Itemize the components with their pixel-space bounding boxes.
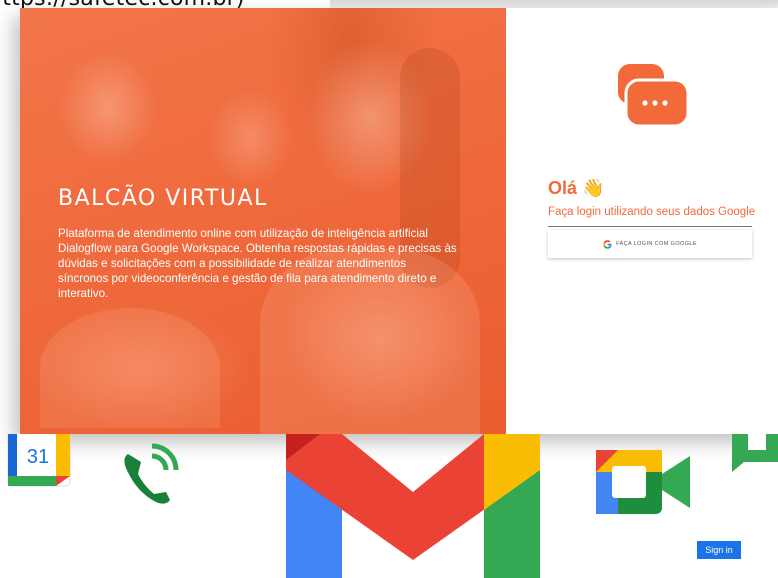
top-bar — [330, 0, 778, 8]
chat-bubble-logo-icon — [618, 64, 690, 128]
google-apps-banner: 31 — [7, 434, 778, 578]
calendar-day: 31 — [27, 446, 49, 468]
voice-icon — [124, 443, 179, 504]
google-g-icon — [603, 239, 612, 249]
sign-in-button[interactable]: Sign in — [697, 541, 741, 559]
greeting: Olá 👋 — [548, 178, 605, 198]
hero-panel: BALCÃO VIRTUAL Plataforma de atendimento… — [20, 8, 506, 434]
chat-icon — [732, 434, 778, 472]
gmail-icon — [286, 434, 540, 578]
meet-icon — [596, 450, 690, 514]
calendar-icon: 31 — [7, 434, 71, 487]
login-card: BALCÃO VIRTUAL Plataforma de atendimento… — [20, 8, 778, 434]
google-login-button[interactable]: FAÇA LOGIN COM GOOGLE — [548, 230, 752, 258]
login-subtitle: Faça login utilizando seus dados Google — [548, 206, 756, 218]
hero-description: Plataforma de atendimento online com uti… — [58, 227, 457, 300]
divider — [548, 226, 752, 227]
google-login-label: FAÇA LOGIN COM GOOGLE — [616, 241, 697, 247]
hero-photo-desk — [40, 308, 220, 428]
login-panel: Olá 👋 Faça login utilizando seus dados G… — [506, 8, 778, 434]
hero-title: BALCÃO VIRTUAL — [58, 186, 268, 211]
